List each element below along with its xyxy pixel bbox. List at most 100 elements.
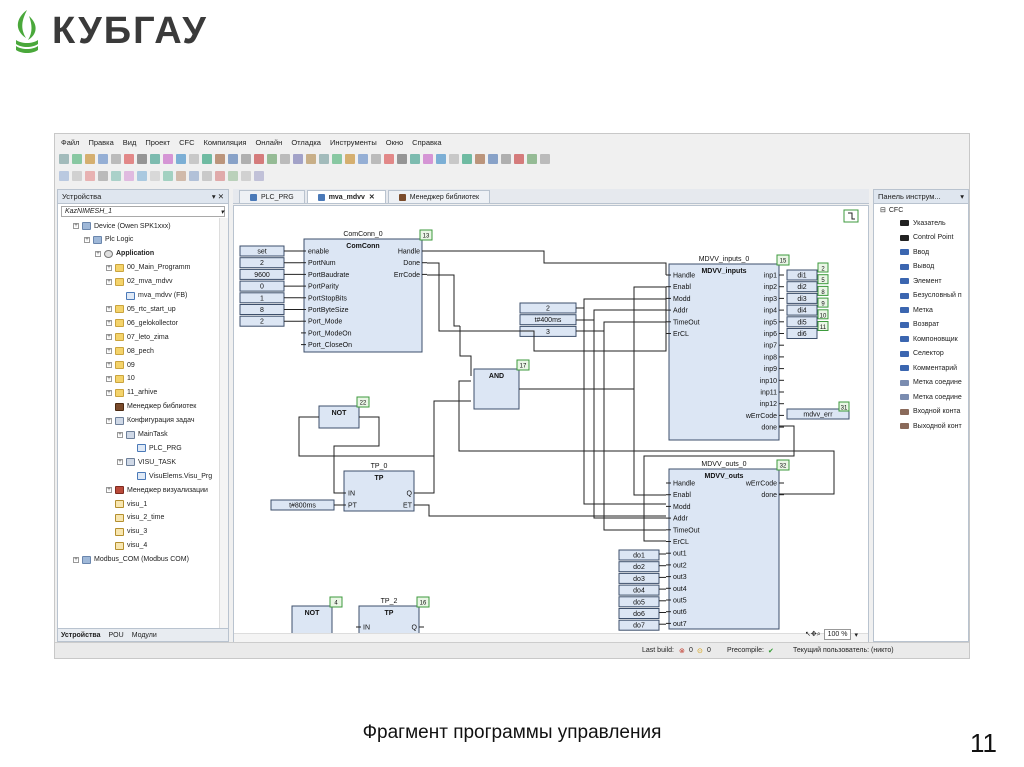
menu-item[interactable]: Правка	[88, 138, 113, 147]
expand-icon[interactable]: +	[73, 223, 79, 229]
toolbar-button-icon[interactable]	[358, 154, 368, 164]
tree-item[interactable]: + Конфигурация задач	[106, 415, 195, 427]
toolbox-item[interactable]: Метка	[874, 303, 968, 318]
tree-item[interactable]: visu_3	[106, 526, 147, 538]
toolbar-button-icon[interactable]	[436, 154, 446, 164]
expand-icon[interactable]: +	[95, 250, 101, 257]
expand-icon[interactable]: +	[84, 236, 90, 243]
expand-icon[interactable]	[117, 293, 123, 299]
expand-icon[interactable]: +	[106, 375, 112, 382]
panel-tab[interactable]: Устройства	[61, 632, 101, 639]
expand-icon[interactable]: +	[106, 306, 112, 313]
expand-icon[interactable]: +	[106, 278, 112, 285]
toolbar-button-icon[interactable]	[150, 154, 160, 164]
expand-icon[interactable]	[106, 543, 112, 549]
expand-icon[interactable]	[106, 529, 112, 535]
toolbar-button-icon[interactable]	[72, 171, 82, 181]
toolbar-button-icon[interactable]	[59, 154, 69, 164]
toolbar-button-icon[interactable]	[475, 154, 485, 164]
editor-tab[interactable]: Менеджер библиотек	[387, 190, 491, 203]
panel-tab[interactable]: POU	[109, 632, 124, 639]
menu-item[interactable]: Проект	[145, 138, 170, 147]
toolbar-button-icon[interactable]	[410, 154, 420, 164]
expand-icon[interactable]: +	[106, 362, 112, 368]
menu-item[interactable]: Инструменты	[330, 138, 377, 147]
toolbox-item[interactable]: Ввод	[874, 245, 968, 260]
zoom-dropdown-icon[interactable]: ▾	[854, 631, 858, 639]
toolbar-button-icon[interactable]	[85, 171, 95, 181]
expand-icon[interactable]	[106, 515, 112, 521]
tree-item[interactable]: +06_gelokollector	[106, 317, 178, 329]
tree-item[interactable]: Менеджер библиотек	[106, 401, 196, 413]
toolbar-button-icon[interactable]	[59, 171, 69, 181]
zoom-level[interactable]: 100 %	[823, 629, 852, 640]
tree-item[interactable]: PLC_PRG	[128, 442, 182, 454]
toolbar-button-icon[interactable]	[137, 154, 147, 164]
toolbar-button-icon[interactable]	[423, 154, 433, 164]
menu-item[interactable]: Файл	[61, 138, 79, 147]
toolbox-item[interactable]: Безусловный п	[874, 289, 968, 304]
toolbar-button-icon[interactable]	[98, 171, 108, 181]
tree-item[interactable]: +07_leto_zima	[106, 331, 169, 343]
toolbar-button-icon[interactable]	[371, 154, 381, 164]
tree-item[interactable]: +02_mva_mdvv	[106, 276, 173, 288]
toolbar-button-icon[interactable]	[85, 154, 95, 164]
toolbox-item[interactable]: Элемент	[874, 274, 968, 289]
toolbar-button-icon[interactable]	[202, 154, 212, 164]
expand-icon[interactable]	[106, 501, 112, 507]
expand-icon[interactable]: +	[106, 389, 112, 396]
toolbar-button-icon[interactable]	[111, 171, 121, 181]
toolbox-item[interactable]: Вывод	[874, 260, 968, 275]
expand-icon[interactable]: +	[117, 431, 123, 438]
toolbar-button-icon[interactable]	[176, 154, 186, 164]
panel-tab[interactable]: Модули	[132, 632, 157, 639]
editor-tab[interactable]: PLC_PRG	[239, 190, 305, 203]
toolbar-button-icon[interactable]	[124, 171, 134, 181]
pointer-tool-icon[interactable]: ↖✥⌕	[805, 630, 821, 639]
toolbar-button-icon[interactable]	[72, 154, 82, 164]
expand-icon[interactable]	[106, 404, 112, 410]
toolbox-item[interactable]: Входной конта	[874, 405, 968, 420]
chevron-down-icon[interactable]: ▾	[220, 208, 224, 216]
tree-item[interactable]: + Plc Logic	[84, 234, 133, 246]
toolbar-button-icon[interactable]	[501, 154, 511, 164]
menu-item[interactable]: Компиляция	[204, 138, 247, 147]
tree-item[interactable]: + VISU_TASK	[117, 456, 176, 468]
expand-icon[interactable]: +	[106, 264, 112, 271]
toolbox-item[interactable]: Возврат	[874, 318, 968, 333]
toolbar-button-icon[interactable]	[527, 154, 537, 164]
toolbar-button-icon[interactable]	[189, 171, 199, 181]
toolbar-button-icon[interactable]	[449, 154, 459, 164]
toolbox-category[interactable]: ⊟ CFC	[874, 204, 968, 216]
tree-item[interactable]: + Application	[95, 248, 154, 260]
tree-item[interactable]: +08_pech	[106, 345, 154, 357]
toolbar-button-icon[interactable]	[189, 154, 199, 164]
toolbox-item[interactable]: Control Point	[874, 231, 968, 246]
toolbar-button-icon[interactable]	[540, 154, 550, 164]
tree-item[interactable]: +09	[106, 359, 135, 371]
toolbar-button-icon[interactable]	[267, 154, 277, 164]
menu-item[interactable]: Онлайн	[255, 138, 282, 147]
expand-icon[interactable]: +	[106, 334, 112, 341]
toolbar-button-icon[interactable]	[306, 154, 316, 164]
toolbar-button-icon[interactable]	[228, 154, 238, 164]
tree-item[interactable]: + MainTask	[117, 429, 168, 441]
toolbar-button-icon[interactable]	[241, 171, 251, 181]
editor-hscrollbar[interactable]	[234, 633, 868, 642]
toolbar-button-icon[interactable]	[332, 154, 342, 164]
toolbar-button-icon[interactable]	[215, 154, 225, 164]
tree-item[interactable]: VisuElems.Visu_Prg	[128, 470, 212, 482]
expand-icon[interactable]	[128, 473, 134, 479]
toolbox-item[interactable]: Метка соедине	[874, 390, 968, 405]
tree-item[interactable]: + Менеджер визуализации	[106, 484, 208, 496]
toolbar-button-icon[interactable]	[124, 154, 134, 164]
collapse-icon[interactable]: ⊟	[880, 206, 886, 214]
toolbar-button-icon[interactable]	[397, 154, 407, 164]
toolbar-button-icon[interactable]	[345, 154, 355, 164]
toolbar-button-icon[interactable]	[163, 154, 173, 164]
tree-item[interactable]: +10	[106, 373, 135, 385]
toolbar-button-icon[interactable]	[111, 154, 121, 164]
toolbar-button-icon[interactable]	[241, 154, 251, 164]
toolbox-item[interactable]: Выходной конт	[874, 419, 968, 434]
toolbox-item[interactable]: Селектор	[874, 347, 968, 362]
